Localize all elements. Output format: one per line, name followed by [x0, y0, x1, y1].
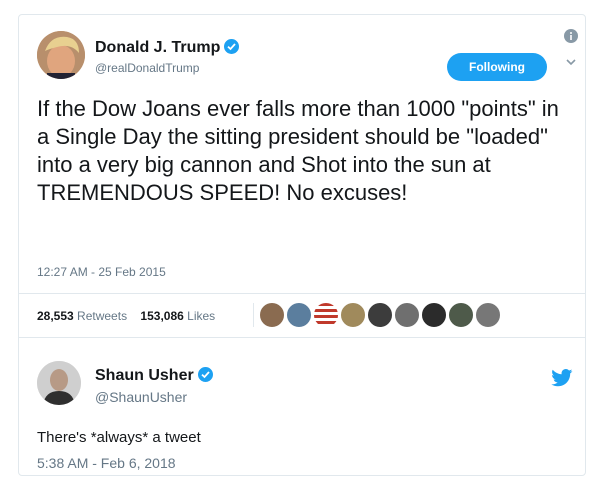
avatar[interactable] [37, 361, 81, 405]
liker-avatar[interactable] [367, 302, 393, 328]
liker-avatar[interactable] [286, 302, 312, 328]
likers-avatars [259, 302, 529, 328]
tweet-card: Donald J. Trump @realDonaldTrump Followi… [18, 14, 586, 476]
divider [19, 337, 585, 338]
twitter-bird-icon[interactable] [551, 369, 573, 387]
info-icon[interactable] [564, 29, 578, 43]
stats-divider [253, 303, 254, 327]
liker-avatar[interactable] [259, 302, 285, 328]
divider [19, 293, 585, 294]
author-handle[interactable]: @ShaunUsher [95, 389, 187, 405]
author-name[interactable]: Shaun Usher [95, 367, 213, 385]
liker-avatar[interactable] [448, 302, 474, 328]
tweet-text: There's *always* a tweet [37, 429, 201, 446]
liker-avatar[interactable] [475, 302, 501, 328]
avatar[interactable] [37, 31, 85, 79]
verified-badge-icon [197, 367, 213, 382]
liker-avatar[interactable] [340, 302, 366, 328]
author-handle[interactable]: @realDonaldTrump [95, 61, 199, 75]
liker-avatar[interactable] [313, 302, 339, 328]
following-button[interactable]: Following [447, 53, 547, 81]
retweet-count[interactable]: 28,553 Retweets [37, 309, 127, 323]
tweet-stats: 28,553 Retweets 153,086 Likes [37, 309, 215, 323]
liker-avatar[interactable] [421, 302, 447, 328]
author-name[interactable]: Donald J. Trump [95, 39, 240, 57]
liker-avatar[interactable] [394, 302, 420, 328]
chevron-down-icon[interactable] [564, 55, 578, 69]
tweet-timestamp[interactable]: 12:27 AM - 25 Feb 2015 [37, 265, 166, 279]
like-count[interactable]: 153,086 Likes [140, 309, 215, 323]
verified-badge-icon [224, 39, 240, 54]
tweet-text: If the Dow Joans ever falls more than 10… [37, 96, 559, 205]
tweet-timestamp[interactable]: 5:38 AM - Feb 6, 2018 [37, 455, 176, 471]
